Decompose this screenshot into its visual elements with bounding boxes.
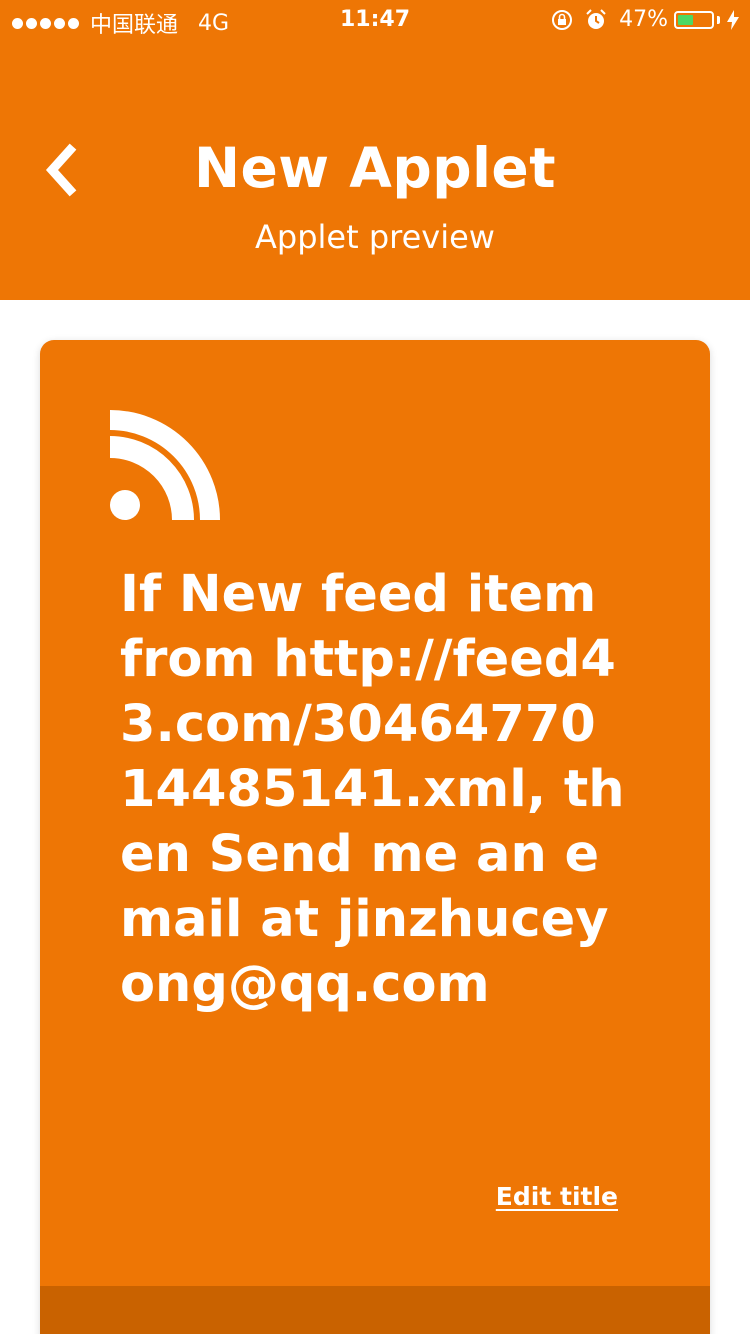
card-footer <box>40 1286 710 1334</box>
app-screen: 中国联通 4G 11:47 47% New Applet Applet prev… <box>0 0 750 1334</box>
rss-feed-icon <box>110 410 220 520</box>
alarm-icon <box>585 8 607 31</box>
battery-tip <box>717 15 720 24</box>
battery-fill <box>678 14 693 25</box>
edit-title-link[interactable]: Edit title <box>496 1182 618 1211</box>
battery-percent: 47% <box>619 7 668 32</box>
page-subtitle: Applet preview <box>255 218 495 256</box>
applet-card: If New feed item from http://feed43.com/… <box>40 340 710 1334</box>
header: New Applet Applet preview <box>0 40 750 300</box>
page-title: New Applet <box>193 136 557 200</box>
status-bar: 中国联通 4G 11:47 47% <box>0 0 750 40</box>
status-right: 47% <box>551 7 740 32</box>
battery-icon <box>674 10 714 29</box>
charging-bolt-icon <box>726 9 740 31</box>
applet-title: If New feed item from http://feed43.com/… <box>120 565 625 1014</box>
orientation-lock-icon <box>551 9 573 31</box>
